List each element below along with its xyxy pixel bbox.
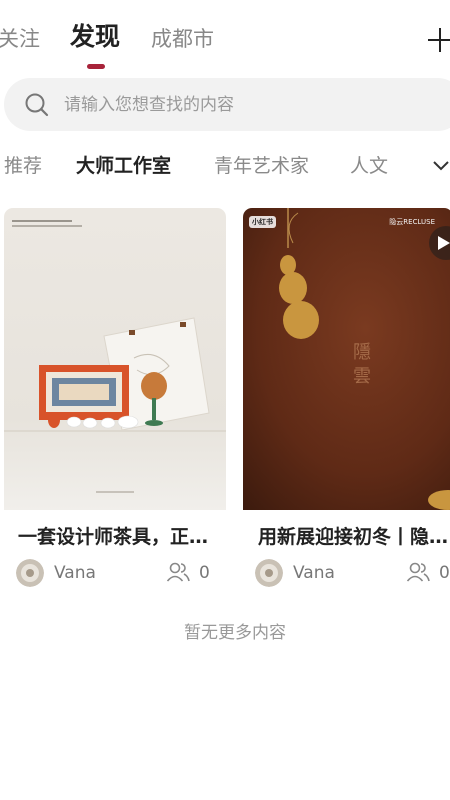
exhibition-image: 隱 雲 [243,208,450,510]
likes-count: 0 [199,563,210,583]
avatar[interactable] [16,559,44,587]
search-input[interactable] [62,90,446,120]
svg-text:隱: 隱 [353,342,371,363]
tab-city[interactable]: 成都市 [151,24,214,54]
author-name[interactable]: Vana [293,560,335,586]
post-card[interactable]: 一套设计师茶具，正是冬日温暖 Vana 0 [4,208,226,587]
post-thumbnail[interactable] [4,208,226,510]
chevron-down-icon[interactable] [432,154,450,176]
avatar[interactable] [255,559,283,587]
category-master-studio[interactable]: 大师工作室 [76,150,171,182]
active-tab-indicator [87,64,105,69]
post-title[interactable]: 用新展迎接初冬丨隐云 RECLUSE [258,522,450,552]
avatar-image [255,559,283,587]
users-icon [166,562,190,582]
svg-text:雲: 雲 [353,366,371,387]
avatar-image [16,559,44,587]
category-recommend[interactable]: 推荐 [4,150,42,182]
tab-discover[interactable]: 发现 [70,22,120,52]
users-icon [406,562,430,582]
top-tab-bar: 关注 发现 成都市 [0,0,450,75]
post-thumbnail[interactable]: 隱 雲 小红书 隐云RECLUSE [243,208,450,510]
search-icon [25,93,49,117]
source-badge: 小红书 [249,216,276,228]
search-bar[interactable] [4,78,450,131]
brand-watermark: 隐云RECLUSE [389,218,435,226]
tab-follow[interactable]: 关注 [0,24,40,54]
no-more-content-text: 暂无更多内容 [184,623,286,643]
category-young-artist[interactable]: 青年艺术家 [214,150,309,182]
tea-set-image [4,208,226,510]
post-title[interactable]: 一套设计师茶具，正是冬日温暖 [18,522,218,552]
likes-count: 0 [439,563,450,583]
category-humanities[interactable]: 人文 [350,150,388,182]
post-card[interactable]: 隱 雲 小红书 隐云RECLUSE 用新展迎接初冬丨隐云 RECLUSE Van… [243,208,450,587]
category-tabs: 推荐 大师工作室 青年艺术家 人文 [0,150,450,184]
plus-icon[interactable] [428,26,450,54]
author-name[interactable]: Vana [54,560,96,586]
